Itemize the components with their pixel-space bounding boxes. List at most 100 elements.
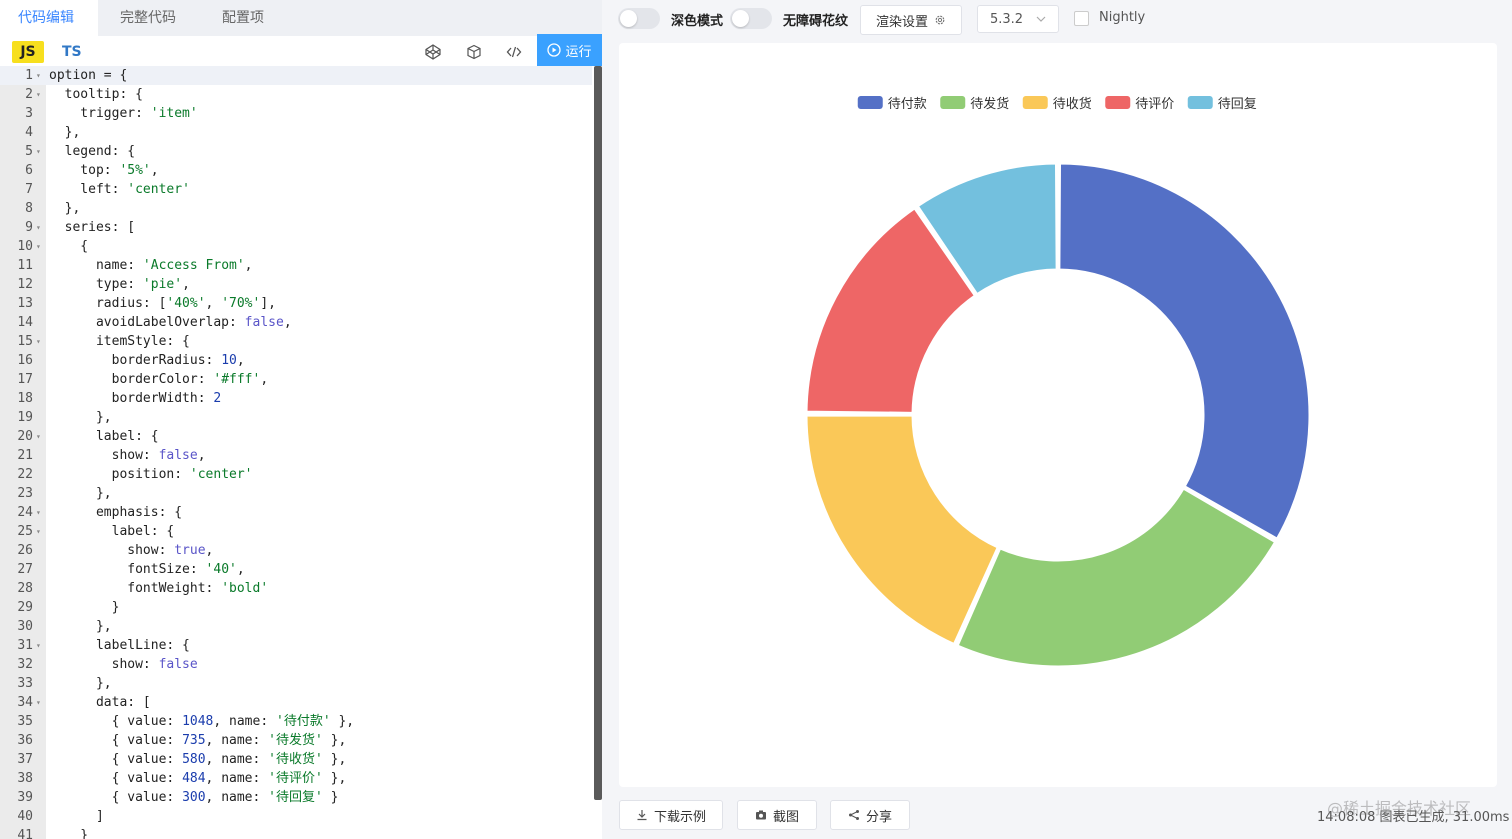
legend-label[interactable]: 待发货 <box>970 96 1009 112</box>
fold-arrow-icon[interactable]: ▾ <box>36 636 41 655</box>
code-text: show: false <box>49 655 198 674</box>
legend-swatch[interactable] <box>940 96 966 109</box>
code-line[interactable]: 41 } <box>0 826 592 839</box>
code-line[interactable]: 16 borderRadius: 10, <box>0 351 592 370</box>
code-line[interactable]: 22 position: 'center' <box>0 465 592 484</box>
legend-label[interactable]: 待评价 <box>1135 97 1174 112</box>
code-line[interactable]: 30 }, <box>0 617 592 636</box>
code-line[interactable]: 24 ▾ emphasis: { <box>0 503 592 522</box>
code-line[interactable]: 26 show: true, <box>0 541 592 560</box>
fold-arrow-icon[interactable]: ▾ <box>36 332 41 351</box>
fold-arrow-icon[interactable]: ▾ <box>36 522 41 541</box>
code-line[interactable]: 38 { value: 484, name: '待评价' }, <box>0 769 592 788</box>
code-line[interactable]: 23 }, <box>0 484 592 503</box>
code-line[interactable]: 27 fontSize: '40', <box>0 560 592 579</box>
code-area[interactable]: 1 ▾ option = {2 ▾ tooltip: {3 trigger: 'ite… <box>0 66 602 839</box>
cube-icon[interactable] <box>462 40 486 64</box>
line-number: 31 <box>17 638 33 653</box>
lang-js-button[interactable]: JS <box>12 41 44 63</box>
render-settings-button[interactable]: 渲染设置 <box>860 5 962 35</box>
code-line[interactable]: 12 type: 'pie', <box>0 275 592 294</box>
code-line[interactable]: 20 ▾ label: { <box>0 427 592 446</box>
code-line[interactable]: 17 borderColor: '#fff', <box>0 370 592 389</box>
code-line[interactable]: 9 ▾ series: [ <box>0 218 592 237</box>
fold-arrow-icon[interactable]: ▾ <box>36 142 41 161</box>
run-button[interactable]: 运行 <box>537 34 602 66</box>
fold-arrow-icon[interactable]: ▾ <box>36 218 41 237</box>
code-line[interactable]: 39 { value: 300, name: '待回复' } <box>0 788 592 807</box>
code-line[interactable]: 31 ▾ labelLine: { <box>0 636 592 655</box>
code-token: }, <box>49 676 112 691</box>
code-line[interactable]: 2 ▾ tooltip: { <box>0 85 592 104</box>
codepen-icon[interactable] <box>421 40 445 64</box>
code-line[interactable]: 4 }, <box>0 123 592 142</box>
code-line[interactable]: 37 { value: 580, name: '待收货' }, <box>0 750 592 769</box>
lang-ts-button[interactable]: TS <box>62 41 82 63</box>
pie-slice[interactable] <box>955 486 1278 669</box>
fold-arrow-icon[interactable]: ▾ <box>36 66 41 85</box>
code-line[interactable]: 21 show: false, <box>0 446 592 465</box>
code-line[interactable]: 25 ▾ label: { <box>0 522 592 541</box>
code-icon[interactable] <box>502 40 526 64</box>
code-token: '40' <box>205 562 237 577</box>
fold-arrow-icon[interactable]: ▾ <box>36 503 41 522</box>
code-line[interactable]: 29 } <box>0 598 592 617</box>
code-line[interactable]: 14 avoidLabelOverlap: false, <box>0 313 592 332</box>
legend-swatch[interactable] <box>857 96 883 109</box>
fold-arrow-icon[interactable]: ▾ <box>36 693 41 712</box>
pie-slice[interactable] <box>1057 161 1312 541</box>
code-line[interactable]: 10 ▾ { <box>0 237 592 256</box>
code-line[interactable]: 33 }, <box>0 674 592 693</box>
code-line[interactable]: 40 ] <box>0 807 592 826</box>
tab-code-edit[interactable]: 代码编辑 <box>0 0 98 36</box>
code-token: 300 <box>182 790 206 805</box>
code-text: fontWeight: 'bold' <box>49 579 268 598</box>
fold-arrow-icon[interactable]: ▾ <box>36 85 41 104</box>
code-text: }, <box>49 617 112 636</box>
fold-arrow-icon[interactable]: ▾ <box>36 237 41 256</box>
code-line[interactable]: 3 trigger: 'item' <box>0 104 592 123</box>
code-line[interactable]: 7 left: 'center' <box>0 180 592 199</box>
code-line[interactable]: 8 }, <box>0 199 592 218</box>
editor-scrollbar[interactable] <box>594 66 602 800</box>
pie-slice[interactable] <box>804 413 1000 647</box>
download-example-button[interactable]: 下载示例 <box>619 800 723 830</box>
line-number: 29 <box>17 600 33 615</box>
code-line[interactable]: 13 radius: ['40%', '70%'], <box>0 294 592 313</box>
legend-label[interactable]: 待付款 <box>888 97 927 112</box>
legend-label[interactable]: 待回复 <box>1218 97 1257 112</box>
share-button[interactable]: 分享 <box>830 800 910 830</box>
code-line[interactable]: 36 { value: 735, name: '待发货' }, <box>0 731 592 750</box>
code-line[interactable]: 19 }, <box>0 408 592 427</box>
code-line[interactable]: 18 borderWidth: 2 <box>0 389 592 408</box>
tab-full-code[interactable]: 完整代码 <box>102 0 194 36</box>
code-line[interactable]: 32 show: false <box>0 655 592 674</box>
code-line[interactable]: 11 name: 'Access From', <box>0 256 592 275</box>
code-line[interactable]: 5 ▾ legend: { <box>0 142 592 161</box>
code-line[interactable]: 1 ▾ option = { <box>0 66 592 85</box>
dark-mode-toggle[interactable] <box>618 8 660 29</box>
legend-label[interactable]: 待收货 <box>1053 96 1092 112</box>
code-text: label: { <box>49 427 159 446</box>
code-token: borderColor: <box>49 372 214 387</box>
nightly-checkbox[interactable] <box>1074 11 1089 26</box>
code-text: borderColor: '#fff', <box>49 370 269 389</box>
code-token: '40%' <box>166 296 206 311</box>
legend-swatch[interactable] <box>1187 96 1213 109</box>
screenshot-button[interactable]: 截图 <box>737 800 817 830</box>
fold-arrow-icon[interactable]: ▾ <box>36 427 41 446</box>
legend-swatch[interactable] <box>1022 96 1048 109</box>
code-line[interactable]: 35 { value: 1048, name: '待付款' }, <box>0 712 592 731</box>
code-line[interactable]: 34 ▾ data: [ <box>0 693 592 712</box>
code-token: , <box>182 277 190 292</box>
tab-config[interactable]: 配置项 <box>204 0 282 36</box>
version-select[interactable]: 5.3.2 <box>977 5 1059 33</box>
code-line[interactable]: 6 top: '5%', <box>0 161 592 180</box>
code-text: series: [ <box>49 218 135 237</box>
code-text: borderWidth: 2 <box>49 389 222 408</box>
code-line[interactable]: 28 fontWeight: 'bold' <box>0 579 592 598</box>
code-line[interactable]: 15 ▾ itemStyle: { <box>0 332 592 351</box>
accessible-pattern-toggle[interactable] <box>730 8 772 29</box>
donut-chart[interactable]: 待付款 待发货 待收货 待评价 待回复 <box>619 43 1497 787</box>
legend-swatch[interactable] <box>1105 96 1131 109</box>
